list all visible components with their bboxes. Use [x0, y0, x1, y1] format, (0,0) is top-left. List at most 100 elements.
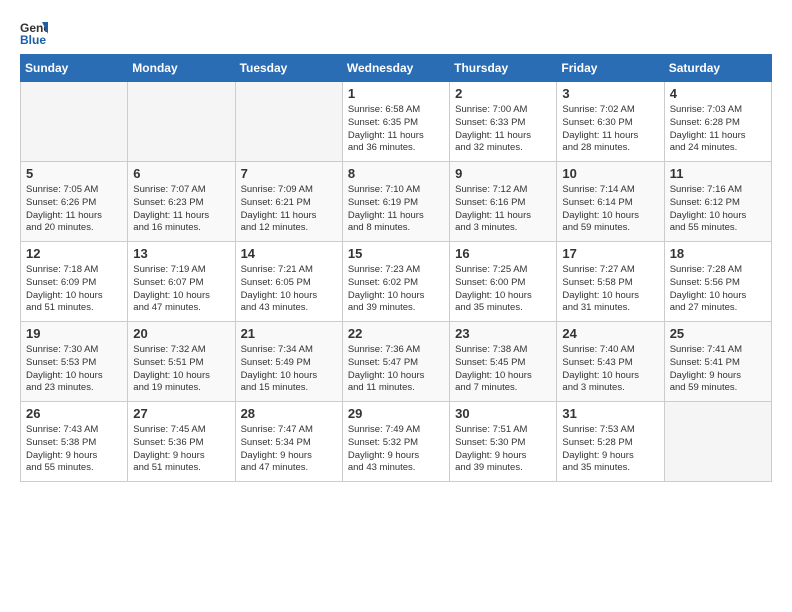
calendar-cell: 1 Sunrise: 6:58 AM Sunset: 6:35 PM Daylig…	[342, 82, 449, 162]
day-number: 29	[348, 406, 444, 421]
day-info: Sunrise: 7:47 AM Sunset: 5:34 PM Dayligh…	[241, 424, 337, 475]
weekday-header-sunday: Sunday	[21, 55, 128, 82]
day-number: 28	[241, 406, 337, 421]
week-row-5: 26 Sunrise: 7:43 AM Sunset: 5:38 PM Dayli…	[21, 402, 772, 482]
calendar-cell: 13Sunrise: 7:19 AM Sunset: 6:07 PM Dayli…	[128, 242, 235, 322]
day-number: 21	[241, 326, 337, 341]
weekday-header-saturday: Saturday	[664, 55, 771, 82]
day-number: 27	[133, 406, 229, 421]
day-info: Sunrise: 7:51 AM Sunset: 5:30 PM Dayligh…	[455, 424, 551, 475]
day-info: Sunrise: 7:03 AM Sunset: 6:28 PM Dayligh…	[670, 104, 766, 155]
day-number: 3	[562, 86, 658, 101]
day-number: 24	[562, 326, 658, 341]
day-number: 20	[133, 326, 229, 341]
calendar-table: SundayMondayTuesdayWednesdayThursdayFrid…	[20, 54, 772, 482]
calendar-cell	[21, 82, 128, 162]
day-info: Sunrise: 7:43 AM Sunset: 5:38 PM Dayligh…	[26, 424, 122, 475]
day-number: 10	[562, 166, 658, 181]
week-row-2: 5Sunrise: 7:05 AM Sunset: 6:26 PM Daylig…	[21, 162, 772, 242]
calendar-cell: 5Sunrise: 7:05 AM Sunset: 6:26 PM Daylig…	[21, 162, 128, 242]
day-number: 11	[670, 166, 766, 181]
calendar-cell	[664, 402, 771, 482]
day-number: 16	[455, 246, 551, 261]
weekday-header-row: SundayMondayTuesdayWednesdayThursdayFrid…	[21, 55, 772, 82]
calendar-cell: 8Sunrise: 7:10 AM Sunset: 6:19 PM Daylig…	[342, 162, 449, 242]
day-info: Sunrise: 7:27 AM Sunset: 5:58 PM Dayligh…	[562, 264, 658, 315]
week-row-4: 19Sunrise: 7:30 AM Sunset: 5:53 PM Dayli…	[21, 322, 772, 402]
day-number: 6	[133, 166, 229, 181]
calendar-cell: 27 Sunrise: 7:45 AM Sunset: 5:36 PM Dayli…	[128, 402, 235, 482]
day-number: 17	[562, 246, 658, 261]
day-number: 23	[455, 326, 551, 341]
day-number: 31	[562, 406, 658, 421]
day-number: 1	[348, 86, 444, 101]
day-number: 15	[348, 246, 444, 261]
weekday-header-monday: Monday	[128, 55, 235, 82]
day-info: Sunrise: 6:58 AM Sunset: 6:35 PM Dayligh…	[348, 104, 444, 155]
calendar-cell: 15 Sunrise: 7:23 AM Sunset: 6:02 PM Dayli…	[342, 242, 449, 322]
day-number: 26	[26, 406, 122, 421]
calendar-cell: 19Sunrise: 7:30 AM Sunset: 5:53 PM Dayli…	[21, 322, 128, 402]
day-info: Sunrise: 7:38 AM Sunset: 5:45 PM Dayligh…	[455, 344, 551, 395]
day-info: Sunrise: 7:34 AM Sunset: 5:49 PM Dayligh…	[241, 344, 337, 395]
calendar-cell: 21 Sunrise: 7:34 AM Sunset: 5:49 PM Dayli…	[235, 322, 342, 402]
day-number: 14	[241, 246, 337, 261]
calendar-cell: 2Sunrise: 7:00 AM Sunset: 6:33 PM Daylig…	[450, 82, 557, 162]
day-info: Sunrise: 7:49 AM Sunset: 5:32 PM Dayligh…	[348, 424, 444, 475]
header: General Blue	[20, 18, 772, 46]
calendar-cell: 9 Sunrise: 7:12 AM Sunset: 6:16 PM Daylig…	[450, 162, 557, 242]
calendar-cell: 10 Sunrise: 7:14 AM Sunset: 6:14 PM Dayli…	[557, 162, 664, 242]
day-number: 22	[348, 326, 444, 341]
day-number: 19	[26, 326, 122, 341]
day-info: Sunrise: 7:02 AM Sunset: 6:30 PM Dayligh…	[562, 104, 658, 155]
day-info: Sunrise: 7:10 AM Sunset: 6:19 PM Dayligh…	[348, 184, 444, 235]
day-number: 7	[241, 166, 337, 181]
day-number: 18	[670, 246, 766, 261]
day-info: Sunrise: 7:41 AM Sunset: 5:41 PM Dayligh…	[670, 344, 766, 395]
day-info: Sunrise: 7:18 AM Sunset: 6:09 PM Dayligh…	[26, 264, 122, 315]
calendar-cell: 31 Sunrise: 7:53 AM Sunset: 5:28 PM Dayli…	[557, 402, 664, 482]
calendar-cell: 12 Sunrise: 7:18 AM Sunset: 6:09 PM Dayli…	[21, 242, 128, 322]
weekday-header-friday: Friday	[557, 55, 664, 82]
day-info: Sunrise: 7:28 AM Sunset: 5:56 PM Dayligh…	[670, 264, 766, 315]
calendar-cell: 17 Sunrise: 7:27 AM Sunset: 5:58 PM Dayli…	[557, 242, 664, 322]
calendar-cell: 23 Sunrise: 7:38 AM Sunset: 5:45 PM Dayli…	[450, 322, 557, 402]
day-info: Sunrise: 7:53 AM Sunset: 5:28 PM Dayligh…	[562, 424, 658, 475]
day-info: Sunrise: 7:09 AM Sunset: 6:21 PM Dayligh…	[241, 184, 337, 235]
day-info: Sunrise: 7:25 AM Sunset: 6:00 PM Dayligh…	[455, 264, 551, 315]
day-number: 12	[26, 246, 122, 261]
logo: General Blue	[20, 18, 52, 46]
day-number: 25	[670, 326, 766, 341]
weekday-header-thursday: Thursday	[450, 55, 557, 82]
calendar-cell: 11Sunrise: 7:16 AM Sunset: 6:12 PM Dayli…	[664, 162, 771, 242]
weekday-header-wednesday: Wednesday	[342, 55, 449, 82]
calendar-cell	[235, 82, 342, 162]
calendar-cell: 7 Sunrise: 7:09 AM Sunset: 6:21 PM Daylig…	[235, 162, 342, 242]
calendar-cell: 28 Sunrise: 7:47 AM Sunset: 5:34 PM Dayli…	[235, 402, 342, 482]
day-info: Sunrise: 7:07 AM Sunset: 6:23 PM Dayligh…	[133, 184, 229, 235]
day-number: 9	[455, 166, 551, 181]
day-info: Sunrise: 7:23 AM Sunset: 6:02 PM Dayligh…	[348, 264, 444, 315]
svg-text:Blue: Blue	[20, 33, 46, 46]
day-number: 4	[670, 86, 766, 101]
day-info: Sunrise: 7:21 AM Sunset: 6:05 PM Dayligh…	[241, 264, 337, 315]
calendar-cell: 26 Sunrise: 7:43 AM Sunset: 5:38 PM Dayli…	[21, 402, 128, 482]
calendar-cell: 25 Sunrise: 7:41 AM Sunset: 5:41 PM Dayli…	[664, 322, 771, 402]
day-info: Sunrise: 7:36 AM Sunset: 5:47 PM Dayligh…	[348, 344, 444, 395]
calendar-cell: 14 Sunrise: 7:21 AM Sunset: 6:05 PM Dayli…	[235, 242, 342, 322]
page: General Blue SundayMondayTuesdayWednesda…	[0, 0, 792, 492]
week-row-1: 1 Sunrise: 6:58 AM Sunset: 6:35 PM Daylig…	[21, 82, 772, 162]
calendar-cell: 20 Sunrise: 7:32 AM Sunset: 5:51 PM Dayli…	[128, 322, 235, 402]
calendar-cell: 30Sunrise: 7:51 AM Sunset: 5:30 PM Dayli…	[450, 402, 557, 482]
day-info: Sunrise: 7:32 AM Sunset: 5:51 PM Dayligh…	[133, 344, 229, 395]
calendar-cell: 16 Sunrise: 7:25 AM Sunset: 6:00 PM Dayli…	[450, 242, 557, 322]
day-info: Sunrise: 7:45 AM Sunset: 5:36 PM Dayligh…	[133, 424, 229, 475]
day-number: 2	[455, 86, 551, 101]
week-row-3: 12 Sunrise: 7:18 AM Sunset: 6:09 PM Dayli…	[21, 242, 772, 322]
day-info: Sunrise: 7:05 AM Sunset: 6:26 PM Dayligh…	[26, 184, 122, 235]
calendar-cell	[128, 82, 235, 162]
day-number: 13	[133, 246, 229, 261]
day-info: Sunrise: 7:12 AM Sunset: 6:16 PM Dayligh…	[455, 184, 551, 235]
calendar-cell: 3 Sunrise: 7:02 AM Sunset: 6:30 PM Daylig…	[557, 82, 664, 162]
day-info: Sunrise: 7:14 AM Sunset: 6:14 PM Dayligh…	[562, 184, 658, 235]
